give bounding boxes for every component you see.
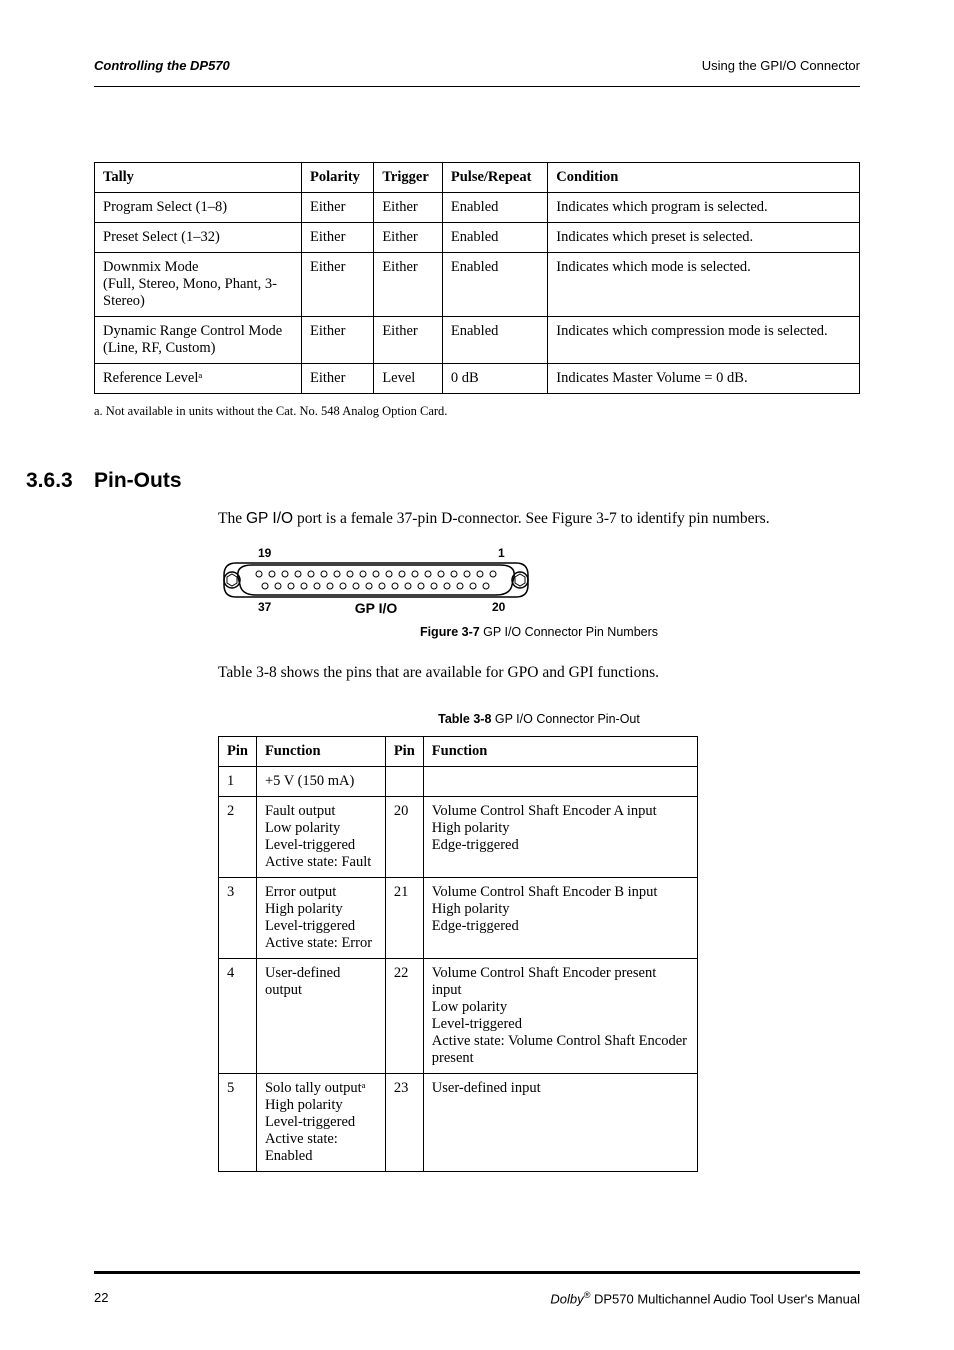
t1-h3: Trigger xyxy=(374,163,443,193)
table-row: Preset Select (1–32) Either Either Enabl… xyxy=(95,223,860,253)
t2r1p2: 20 xyxy=(385,797,423,878)
t2r2p2: 21 xyxy=(385,878,423,959)
fig-cap-bold: Figure 3-7 xyxy=(420,625,480,639)
t1r0c4: Indicates which program is selected. xyxy=(548,193,860,223)
table-row: 3 Error output High polarity Level-trigg… xyxy=(219,878,698,959)
table-row: 2 Fault output Low polarity Level-trigge… xyxy=(219,797,698,878)
header-left: Controlling the DP570 xyxy=(94,58,230,73)
section-para1: The GP I/O port is a female 37-pin D-con… xyxy=(218,509,860,530)
pin-20-label: 20 xyxy=(492,600,506,614)
t2-h2: Function xyxy=(256,737,385,767)
footer-divider xyxy=(94,1271,860,1274)
footer-credit: Dolby® DP570 Multichannel Audio Tool Use… xyxy=(550,1290,860,1306)
t1-h1: Tally xyxy=(95,163,302,193)
table-row: Dynamic Range Control Mode (Line, RF, Cu… xyxy=(95,317,860,364)
table2-caption: Table 3-8 GP I/O Connector Pin-Out xyxy=(218,712,860,726)
tally-table: Tally Polarity Trigger Pulse/Repeat Cond… xyxy=(94,162,860,394)
fig-cap-rest: GP I/O Connector Pin Numbers xyxy=(480,625,658,639)
figure-caption: Figure 3-7 GP I/O Connector Pin Numbers xyxy=(218,625,860,639)
t2r3f1: User-defined output xyxy=(256,959,385,1074)
t1r0c2: Either xyxy=(374,193,443,223)
t1r1c3: Enabled xyxy=(442,223,547,253)
section-heading: 3.6.3 Pin-Outs xyxy=(94,469,860,493)
t2-h3: Pin xyxy=(385,737,423,767)
t1r2c1: Either xyxy=(302,253,374,317)
connector-label: GP I/O xyxy=(355,600,398,616)
t1r2c2: Either xyxy=(374,253,443,317)
t1r4c2: Level xyxy=(374,364,443,394)
t2r2p1: 3 xyxy=(219,878,257,959)
pinout-table: Pin Function Pin Function 1 +5 V (150 mA… xyxy=(218,736,698,1172)
table-row: Program Select (1–8) Either Either Enabl… xyxy=(95,193,860,223)
t2r4f2: User-defined input xyxy=(423,1074,697,1172)
t1r1c0: Preset Select (1–32) xyxy=(95,223,302,253)
page-number: 22 xyxy=(94,1290,108,1306)
t2-h4: Function xyxy=(423,737,697,767)
t2r0p1: 1 xyxy=(219,767,257,797)
t1r4c3: 0 dB xyxy=(442,364,547,394)
t1r3c1: Either xyxy=(302,317,374,364)
t1r3c3: Enabled xyxy=(442,317,547,364)
table-row: 4 User-defined output 22 Volume Control … xyxy=(219,959,698,1074)
t2r4f1: Solo tally outputᵃ High polarity Level-t… xyxy=(256,1074,385,1172)
t1r0c3: Enabled xyxy=(442,193,547,223)
t2r0f1: +5 V (150 mA) xyxy=(256,767,385,797)
t1r2c3: Enabled xyxy=(442,253,547,317)
t1r3c2: Either xyxy=(374,317,443,364)
t1r4c1: Either xyxy=(302,364,374,394)
t2r3p2: 22 xyxy=(385,959,423,1074)
para1-b: GP I/O xyxy=(246,510,293,527)
header-right: Using the GPI/O Connector xyxy=(702,58,860,73)
t1r0c0: Program Select (1–8) xyxy=(95,193,302,223)
t1-h2: Polarity xyxy=(302,163,374,193)
connector-figure: 19 1 37 20 xyxy=(218,545,860,639)
t2r2f1: Error output High polarity Level-trigger… xyxy=(256,878,385,959)
t1r2c4: Indicates which mode is selected. xyxy=(548,253,860,317)
table-row: Downmix Mode (Full, Stereo, Mono, Phant,… xyxy=(95,253,860,317)
footer-prefix: Dolby xyxy=(550,1291,583,1306)
t2r4p1: 5 xyxy=(219,1074,257,1172)
t1-h4: Pulse/Repeat xyxy=(442,163,547,193)
t1r4c4: Indicates Master Volume = 0 dB. xyxy=(548,364,860,394)
table-row: 1 +5 V (150 mA) xyxy=(219,767,698,797)
t1r1c1: Either xyxy=(302,223,374,253)
t1r1c4: Indicates which preset is selected. xyxy=(548,223,860,253)
footer-rest: DP570 Multichannel Audio Tool User's Man… xyxy=(590,1291,860,1306)
t2-cap-bold: Table 3-8 xyxy=(438,712,491,726)
pin-19-label: 19 xyxy=(258,546,272,560)
t2r1f2: Volume Control Shaft Encoder A input Hig… xyxy=(423,797,697,878)
section-para2: Table 3-8 shows the pins that are availa… xyxy=(218,663,860,684)
connector-svg: 19 1 37 20 xyxy=(196,545,556,617)
t2r0f2 xyxy=(423,767,697,797)
t2r1f1: Fault output Low polarity Level-triggere… xyxy=(256,797,385,878)
t1r0c1: Either xyxy=(302,193,374,223)
t1r4c0: Reference Levelᵃ xyxy=(95,364,302,394)
t2-h1: Pin xyxy=(219,737,257,767)
t2-cap-rest: GP I/O Connector Pin-Out xyxy=(491,712,639,726)
t1r1c2: Either xyxy=(374,223,443,253)
t2r0p2 xyxy=(385,767,423,797)
table1-footnote: a. Not available in units without the Ca… xyxy=(94,404,860,419)
section-number: 3.6.3 xyxy=(26,469,73,493)
header-divider xyxy=(94,86,860,87)
t2r2f2: Volume Control Shaft Encoder B input Hig… xyxy=(423,878,697,959)
t1r3c0: Dynamic Range Control Mode (Line, RF, Cu… xyxy=(95,317,302,364)
table-row: 5 Solo tally outputᵃ High polarity Level… xyxy=(219,1074,698,1172)
para1-a: The xyxy=(218,510,246,527)
t2r3p1: 4 xyxy=(219,959,257,1074)
pin-1-label: 1 xyxy=(498,546,505,560)
pin-37-label: 37 xyxy=(258,600,272,614)
t2r4p2: 23 xyxy=(385,1074,423,1172)
para1-c: port is a female 37-pin D-connector. See… xyxy=(293,510,770,527)
t2r3f2: Volume Control Shaft Encoder present inp… xyxy=(423,959,697,1074)
t1r2c0: Downmix Mode (Full, Stereo, Mono, Phant,… xyxy=(95,253,302,317)
t2r1p1: 2 xyxy=(219,797,257,878)
t1-h5: Condition xyxy=(548,163,860,193)
table-row: Reference Levelᵃ Either Level 0 dB Indic… xyxy=(95,364,860,394)
t1r3c4: Indicates which compression mode is sele… xyxy=(548,317,860,364)
section-title: Pin-Outs xyxy=(94,469,182,492)
